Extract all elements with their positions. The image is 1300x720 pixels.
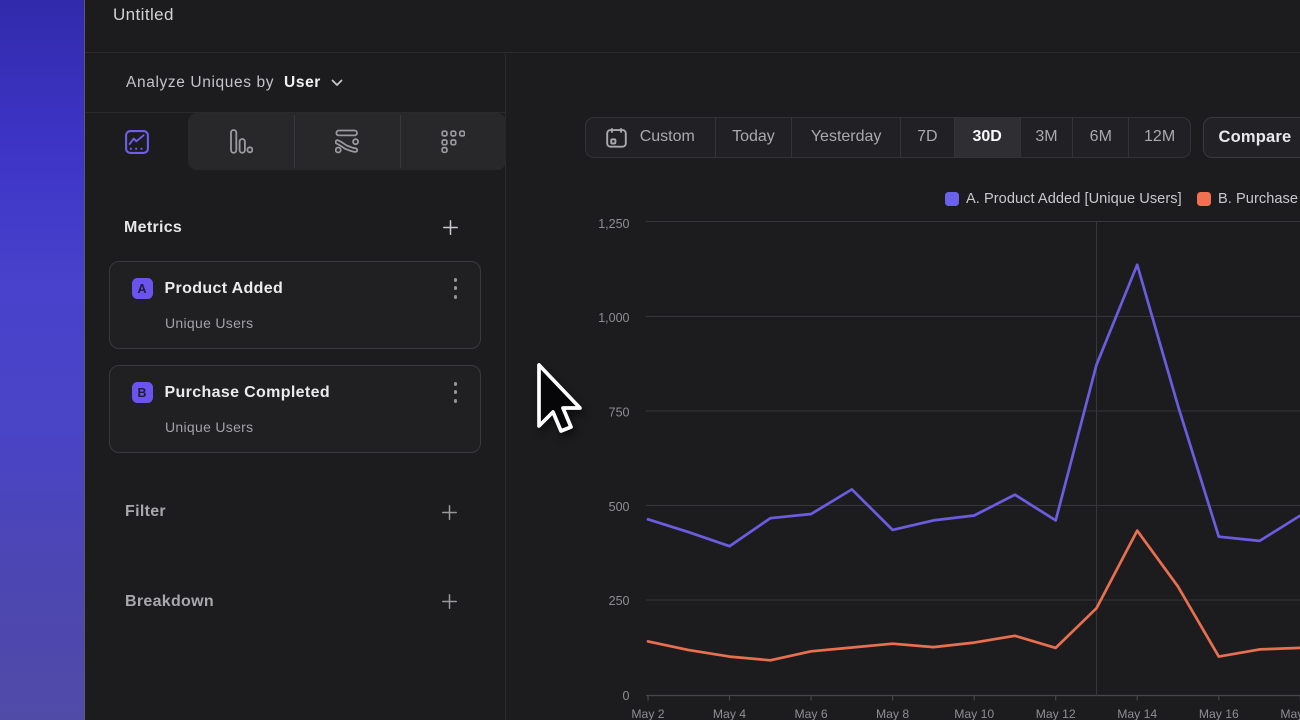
svg-text:0: 0 [623,689,630,703]
svg-text:250: 250 [609,594,630,608]
svg-text:500: 500 [609,500,630,514]
svg-text:1,000: 1,000 [598,311,629,325]
svg-text:May 2: May 2 [631,707,664,720]
svg-text:May 14: May 14 [1117,707,1157,720]
svg-text:May 16: May 16 [1199,707,1239,720]
svg-text:May 4: May 4 [713,707,746,720]
svg-text:May 8: May 8 [876,707,909,720]
svg-text:May 6: May 6 [794,707,827,720]
svg-text:May 18: May 18 [1280,707,1300,720]
svg-text:750: 750 [609,406,630,420]
svg-text:May 10: May 10 [954,707,994,720]
svg-text:May 12: May 12 [1036,707,1076,720]
svg-text:1,250: 1,250 [598,217,629,231]
